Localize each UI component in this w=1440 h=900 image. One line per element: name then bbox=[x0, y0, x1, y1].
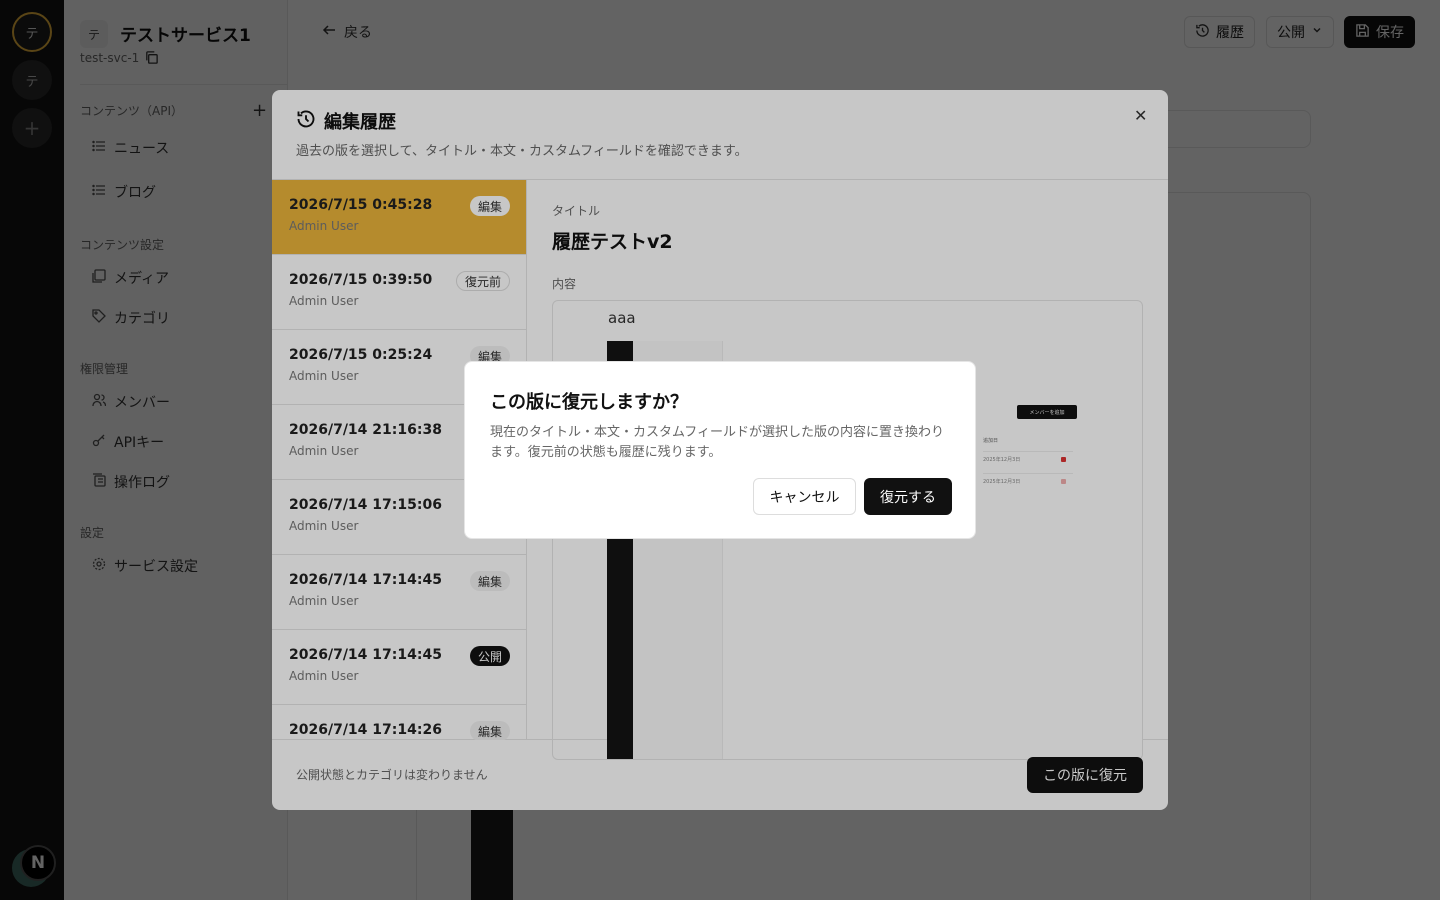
confirm-description: 現在のタイトル・本文・カスタムフィールドが選択した版の内容に置き換わります。復元… bbox=[490, 425, 944, 460]
restore-confirm-dialog: この版に復元しますか？ 現在のタイトル・本文・カスタムフィールドが選択した版の内… bbox=[464, 361, 976, 539]
confirm-restore-button[interactable]: 復元する bbox=[864, 478, 952, 515]
confirm-title: この版に復元しますか？ bbox=[490, 392, 688, 413]
cancel-button[interactable]: キャンセル bbox=[753, 478, 856, 515]
